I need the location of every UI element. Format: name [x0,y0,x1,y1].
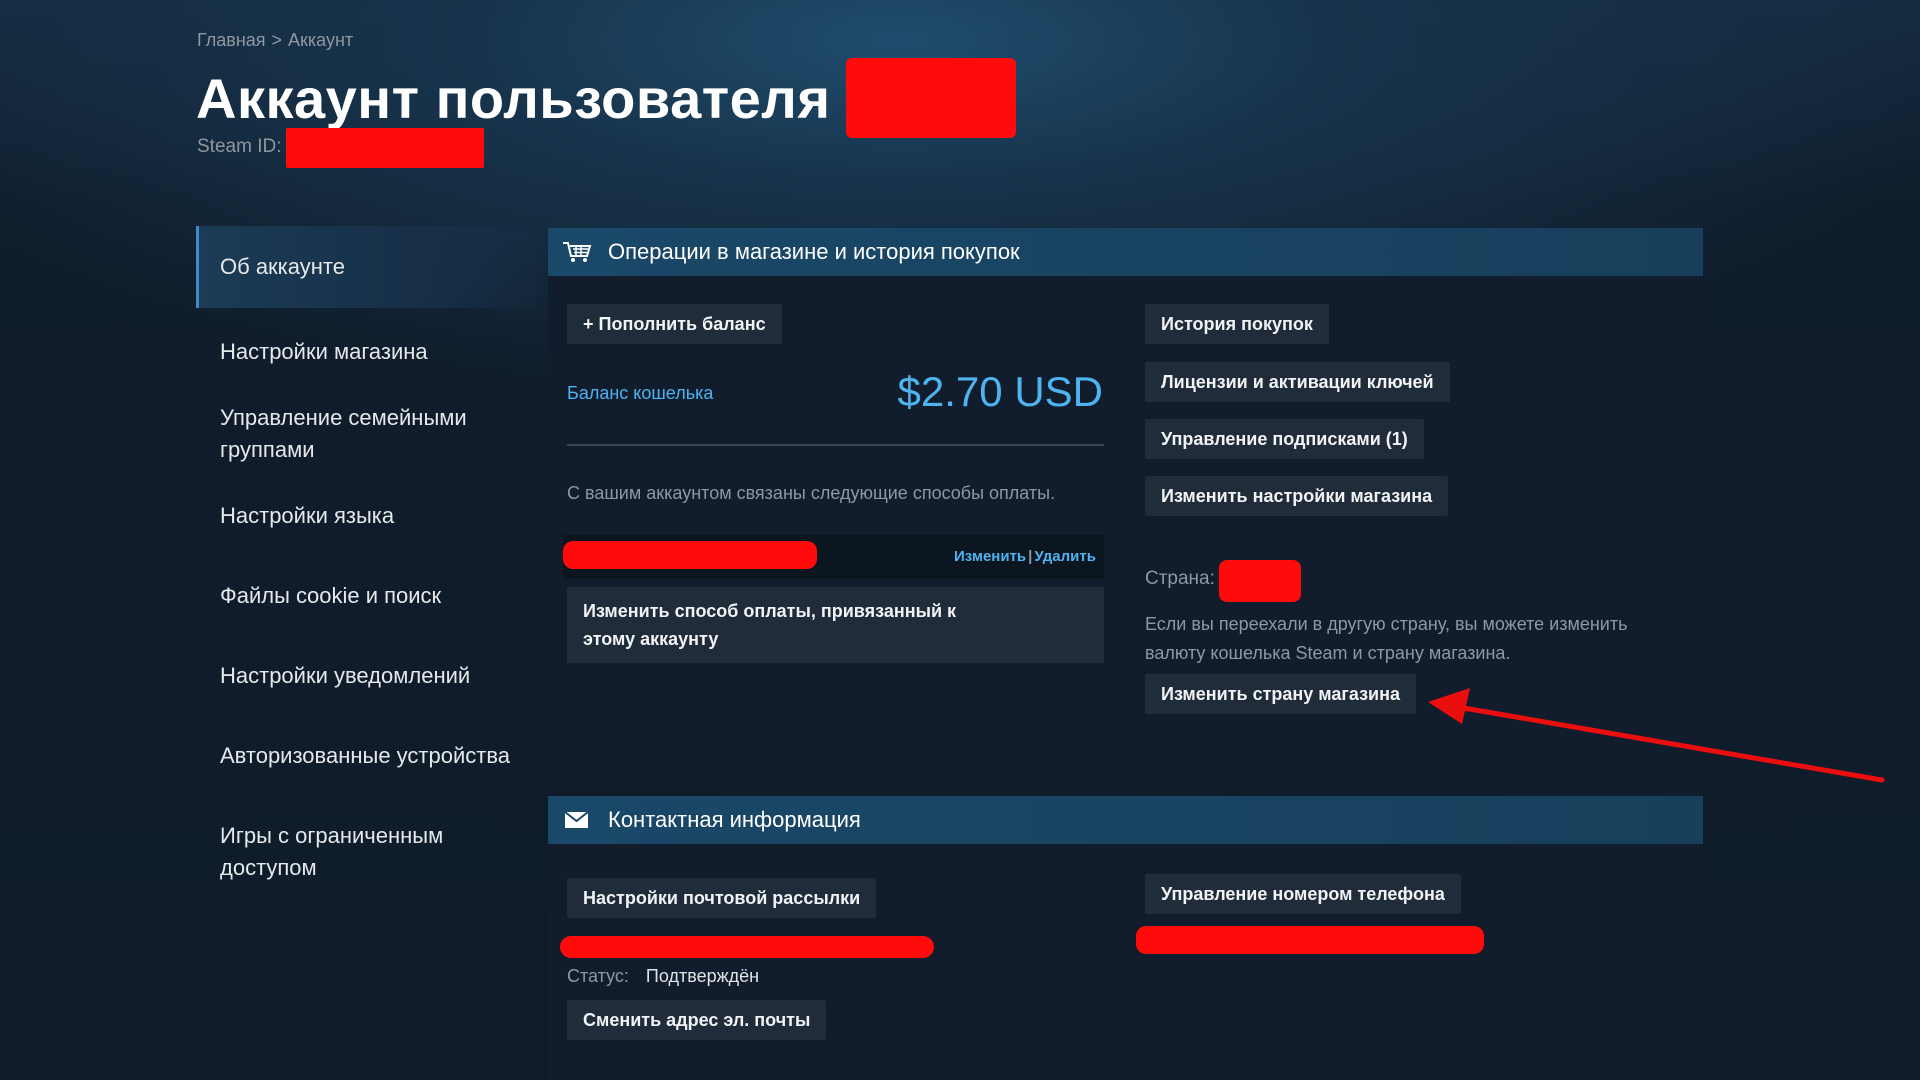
change-payment-button[interactable]: Изменить способ оплаты, привязанный к эт… [567,587,1104,663]
sidebar-item-about-account[interactable]: Об аккаунте [196,226,536,308]
edit-payment-link[interactable]: Изменить [954,548,1026,565]
sidebar-item-language[interactable]: Настройки языка [196,500,536,532]
store-settings-button[interactable]: Изменить настройки магазина [1145,476,1449,516]
sidebar-item-restricted-games[interactable]: Игры с ограниченным доступом [196,820,480,884]
manage-phone-button[interactable]: Управление номером телефона [1145,874,1461,914]
purchase-history-button[interactable]: История покупок [1145,304,1329,344]
sidebar-item-cookies[interactable]: Файлы cookie и поиск [196,580,536,612]
wallet-balance-label[interactable]: Баланс кошелька [567,383,713,404]
sidebar-item-authorized-devices[interactable]: Авторизованные устройства [196,740,536,772]
breadcrumb-home[interactable]: Главная [197,30,266,50]
envelope-icon [564,811,589,828]
sidebar-item-notifications[interactable]: Настройки уведомлений [196,660,536,692]
redacted-country [1219,560,1301,602]
add-funds-button[interactable]: + Пополнить баланс [567,304,782,344]
sidebar-item-label: Авторизованные устройства [220,743,511,768]
newsletter-settings-button[interactable]: Настройки почтовой рассылки [567,878,877,918]
licenses-button[interactable]: Лицензии и активации ключей [1145,362,1450,402]
sidebar-item-label: Игры с ограниченным доступом [220,823,444,880]
sidebar-item-store-settings[interactable]: Настройки магазина [196,336,536,368]
subscriptions-button[interactable]: Управление подписками (1) [1145,419,1424,459]
breadcrumb-separator: > [271,30,283,50]
page-title: Аккаунт пользователя [196,67,831,130]
email-status: Статус: Подтверждён [567,966,759,987]
status-value: Подтверждён [645,966,760,986]
contact-panel-title: Контактная информация [608,807,861,832]
cart-icon [563,242,592,262]
sidebar-item-label: Настройки языка [220,503,395,528]
change-email-button[interactable]: Сменить адрес эл. почты [567,1000,827,1040]
steam-id-label: Steam ID: [197,136,282,157]
country-change-text: Если вы переехали в другую страну, вы мо… [1145,614,1628,663]
redacted-email [560,936,934,958]
store-panel-title: Операции в магазине и история покупок [608,239,1020,264]
sidebar-item-family-groups[interactable]: Управление семейными группами [196,402,520,466]
store-panel-header: Операции в магазине и история покупок [548,228,1703,276]
sidebar: Об аккаунте Настройки магазина Управлени… [196,226,536,884]
payment-methods-text: С вашим аккаунтом связаны следующие спос… [567,483,1056,503]
redacted-steam-id [286,128,484,168]
store-panel: Операции в магазине и история покупок + … [548,228,1703,758]
contact-panel: Контактная информация Настройки почтовой… [548,796,1703,1080]
breadcrumb: Главная > Аккаунт [197,30,353,51]
sidebar-item-label: Управление семейными группами [220,405,467,462]
change-store-country-button[interactable]: Изменить страну магазина [1145,674,1417,714]
balance-divider [567,444,1104,446]
sidebar-item-label: Настройки магазина [220,339,428,364]
status-label: Статус: [567,966,629,986]
wallet-balance-amount: $2.70 USD [897,368,1103,415]
redacted-phone [1136,926,1484,954]
redacted-payment-method [563,541,817,569]
link-separator: | [1028,548,1033,565]
redacted-username [846,58,1016,138]
country-label: Страна: [1145,568,1215,589]
account-page: Главная > Аккаунт Аккаунт пользователя Ste… [0,0,1920,1080]
sidebar-item-label: Файлы cookie и поиск [220,583,442,608]
contact-panel-header: Контактная информация [548,796,1703,844]
sidebar-item-label: Об аккаунте [220,254,345,279]
delete-payment-link[interactable]: Удалить [1034,548,1096,565]
breadcrumb-current: Аккаунт [288,30,354,50]
payment-links: Изменить | Удалить [954,548,1096,565]
sidebar-item-label: Настройки уведомлений [220,663,471,688]
